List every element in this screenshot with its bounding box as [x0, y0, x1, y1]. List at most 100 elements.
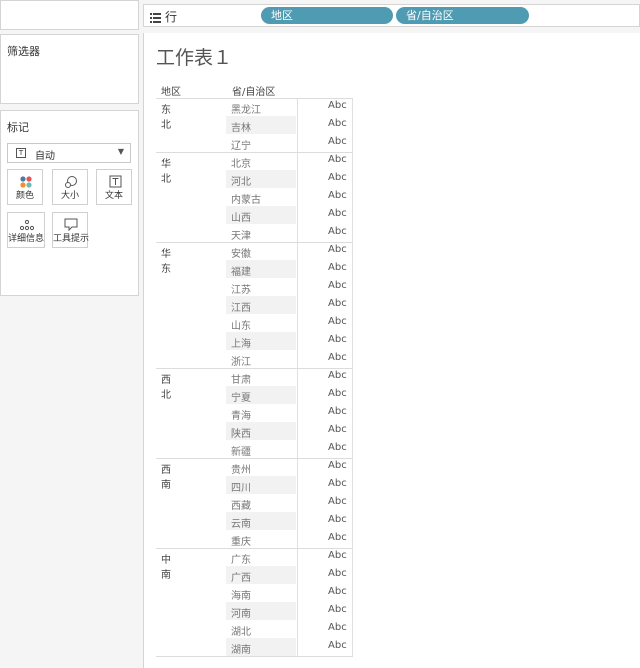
marks-title: 标记: [7, 121, 29, 134]
province-label: 安徽: [231, 249, 251, 260]
cell-text[interactable]: Abc: [328, 100, 347, 111]
size-button[interactable]: 大小: [52, 169, 88, 205]
table-row: 安徽 Abc: [156, 242, 352, 260]
cell-text[interactable]: Abc: [328, 262, 347, 273]
table-row: 广东 Abc: [156, 548, 352, 566]
tooltip-icon: [64, 218, 78, 232]
cell-text[interactable]: Abc: [328, 604, 347, 615]
marks-card: 标记 T 自动 ▼ 颜色 大小 文本 详细信息 工具提示: [0, 110, 139, 296]
cell-text[interactable]: Abc: [328, 190, 347, 201]
cell-text[interactable]: Abc: [328, 568, 347, 579]
table-row: 四川 Abc: [156, 476, 352, 494]
province-label: 海南: [231, 591, 251, 602]
province-label: 河北: [231, 177, 251, 188]
province-label: 上海: [231, 339, 251, 350]
table-row: 贵州 Abc: [156, 458, 352, 476]
table-row: 天津 Abc: [156, 224, 352, 242]
table-row: 江苏 Abc: [156, 278, 352, 296]
table-row: 山东 Abc: [156, 314, 352, 332]
province-label: 内蒙古: [231, 195, 261, 206]
cell-text[interactable]: Abc: [328, 334, 347, 345]
cell-text[interactable]: Abc: [328, 514, 347, 525]
cell-text[interactable]: Abc: [328, 532, 347, 543]
header-province: 省/自治区: [232, 87, 276, 98]
province-label: 山西: [231, 213, 251, 224]
cell-text[interactable]: Abc: [328, 388, 347, 399]
table-row: 福建 Abc: [156, 260, 352, 278]
cell-text[interactable]: Abc: [328, 172, 347, 183]
province-label: 吉林: [231, 123, 251, 134]
province-label: 江西: [231, 303, 251, 314]
province-label: 重庆: [231, 537, 251, 548]
cell-text[interactable]: Abc: [328, 442, 347, 453]
table-row: 内蒙古 Abc: [156, 188, 352, 206]
cell-text[interactable]: Abc: [328, 550, 347, 561]
cell-text[interactable]: Abc: [328, 298, 347, 309]
header-region: 地区: [161, 87, 181, 98]
mark-type-dropdown[interactable]: T 自动 ▼: [7, 143, 131, 163]
cell-text[interactable]: Abc: [328, 622, 347, 633]
tooltip-button[interactable]: 工具提示: [52, 212, 89, 248]
filters-card[interactable]: 筛选器: [0, 34, 139, 104]
rows-shelf[interactable]: 行 地区 省/自治区: [143, 4, 640, 27]
table-row: 河南 Abc: [156, 602, 352, 620]
province-label: 云南: [231, 519, 251, 530]
table-row: 上海 Abc: [156, 332, 352, 350]
color-button[interactable]: 颜色: [7, 169, 43, 205]
table-row: 湖南 Abc: [156, 638, 352, 656]
cell-text[interactable]: Abc: [328, 136, 347, 147]
cell-text[interactable]: Abc: [328, 316, 347, 327]
table-row: 青海 Abc: [156, 404, 352, 422]
cell-text[interactable]: Abc: [328, 226, 347, 237]
cell-text[interactable]: Abc: [328, 280, 347, 291]
cell-text[interactable]: Abc: [328, 460, 347, 471]
table-row: 西藏 Abc: [156, 494, 352, 512]
cell-text[interactable]: Abc: [328, 118, 347, 129]
province-label: 北京: [231, 159, 251, 170]
table-row: 新疆 Abc: [156, 440, 352, 458]
table-row: 吉林 Abc: [156, 116, 352, 134]
cell-text[interactable]: Abc: [328, 208, 347, 219]
color-label: 颜色: [15, 191, 34, 201]
table-row: 宁夏 Abc: [156, 386, 352, 404]
pill-province[interactable]: 省/自治区: [396, 7, 529, 24]
filters-title: 筛选器: [7, 45, 40, 58]
province-label: 浙江: [231, 357, 251, 368]
table-row: 浙江 Abc: [156, 350, 352, 368]
cell-text[interactable]: Abc: [328, 352, 347, 363]
table-row: 重庆 Abc: [156, 530, 352, 548]
table-row: 北京 Abc: [156, 152, 352, 170]
province-label: 西藏: [231, 501, 251, 512]
chevron-down-icon: ▼: [117, 147, 124, 156]
table-row: 海南 Abc: [156, 584, 352, 602]
detail-button[interactable]: 详细信息: [7, 212, 45, 248]
cell-text[interactable]: Abc: [328, 244, 347, 255]
sheet-title: 工作表１: [156, 47, 233, 69]
province-label: 河南: [231, 609, 251, 620]
province-label: 宁夏: [231, 393, 251, 404]
table-row: 辽宁 Abc: [156, 134, 352, 152]
table-row: 黑龙江 Abc: [156, 98, 352, 116]
province-label: 甘肃: [231, 375, 251, 386]
cell-text[interactable]: Abc: [328, 586, 347, 597]
table-row: 山西 Abc: [156, 206, 352, 224]
table-row: 湖北 Abc: [156, 620, 352, 638]
cell-text[interactable]: Abc: [328, 406, 347, 417]
cell-text[interactable]: Abc: [328, 478, 347, 489]
province-label: 江苏: [231, 285, 251, 296]
pill-region[interactable]: 地区: [261, 7, 393, 24]
province-label: 四川: [231, 483, 251, 494]
size-icon: [65, 176, 77, 188]
detail-dots-icon: [19, 219, 35, 231]
cell-text[interactable]: Abc: [328, 640, 347, 651]
text-mark-icon: T: [16, 148, 26, 158]
cell-text[interactable]: Abc: [328, 154, 347, 165]
cell-text[interactable]: Abc: [328, 424, 347, 435]
text-button[interactable]: 文本: [96, 169, 132, 205]
province-label: 天津: [231, 231, 251, 242]
worksheet-canvas: 工作表１ 地区 省/自治区 东北 黑龙江 Abc 吉林 Abc 辽宁 Abc 华北 北京 Abc 河…: [143, 33, 640, 668]
province-label: 辽宁: [231, 141, 251, 152]
cell-text[interactable]: Abc: [328, 496, 347, 507]
province-label: 福建: [231, 267, 251, 278]
cell-text[interactable]: Abc: [328, 370, 347, 381]
